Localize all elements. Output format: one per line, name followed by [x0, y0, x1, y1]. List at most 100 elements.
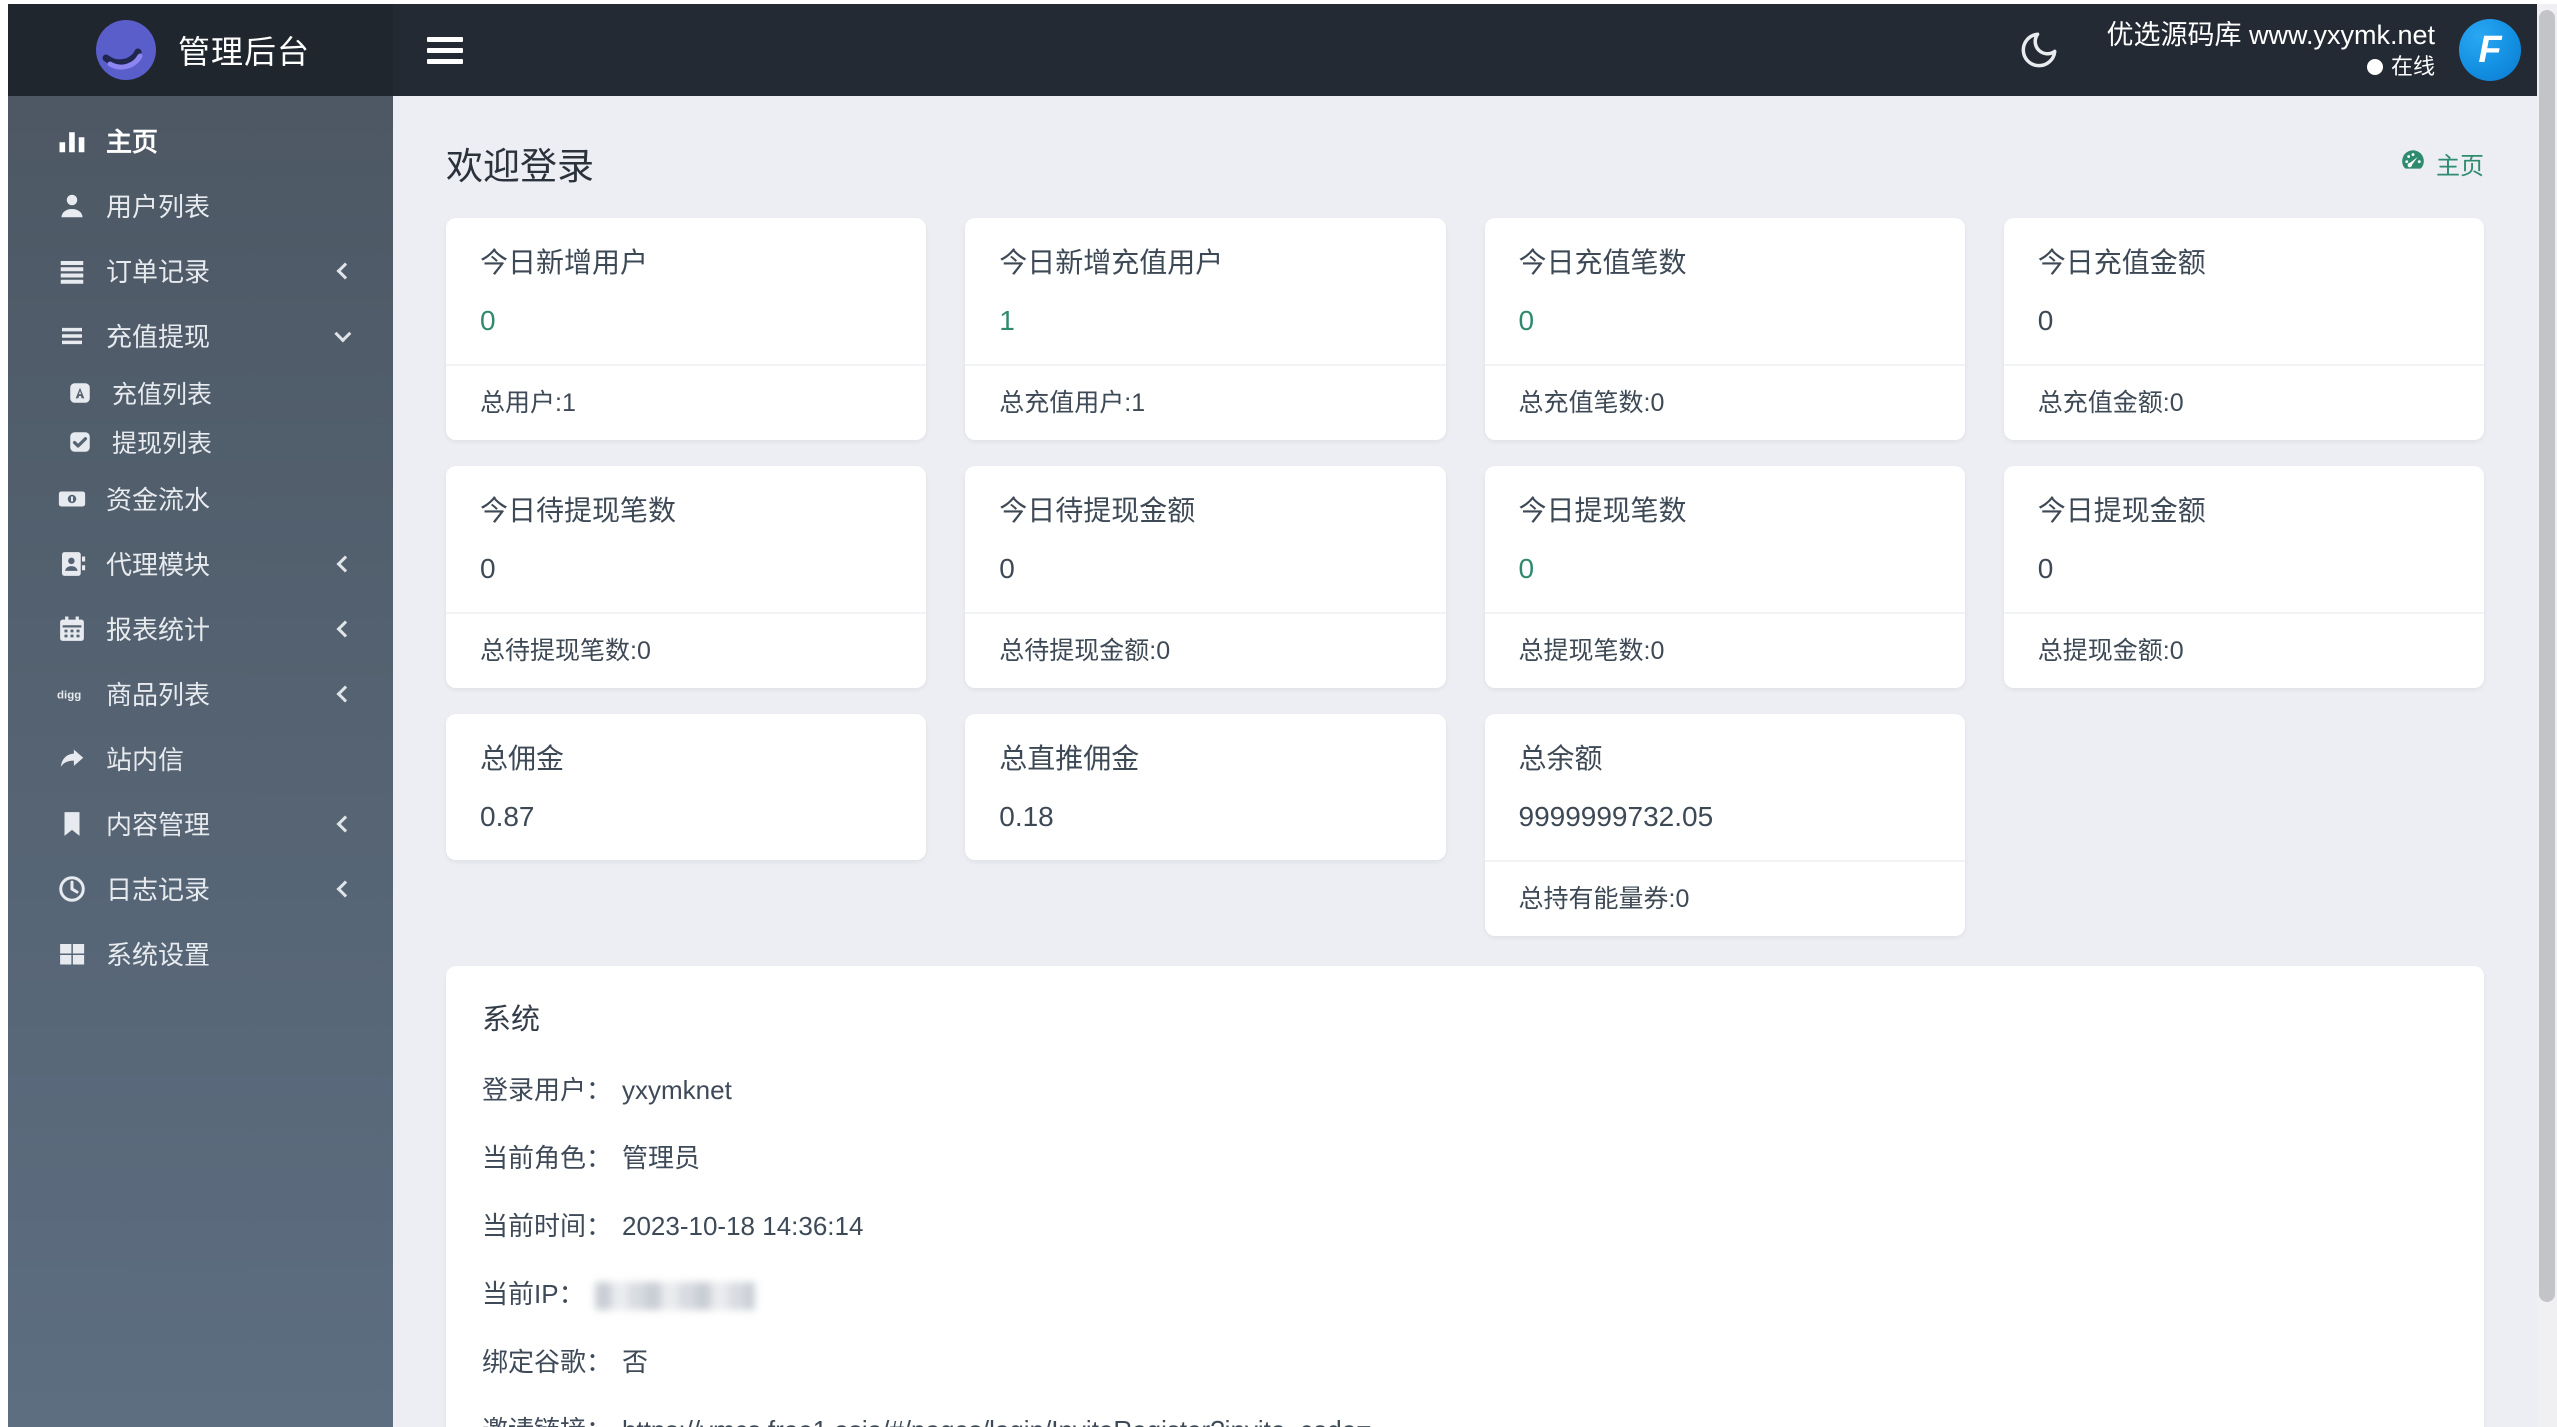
system-card: 系统 登录用户： yxymknet 当前角色： 管理员 当前时间： 2023-10-18 …	[446, 966, 2484, 1427]
sidebar-item-windows[interactable]: 系统设置	[8, 921, 393, 986]
sidebar-subitem-check-square[interactable]: 提现列表	[8, 417, 393, 466]
sidebar-subitem-label: 充值列表	[112, 380, 213, 409]
brand: 管理后台	[8, 4, 393, 96]
sidebar-item-label: 用户列表	[106, 192, 211, 222]
stat-card-value: 0.87	[480, 801, 535, 832]
sidebar-item-share[interactable]: 站内信	[8, 726, 393, 791]
sidebar: 主页用户列表订单记录充值提现充值列表提现列表资金流水代理模块报表统计 digg 商品…	[8, 96, 393, 1427]
site-label: 优选源码库 www.yxymk.net	[2106, 20, 2435, 51]
sidebar-item-bookmark[interactable]: 内容管理	[8, 791, 393, 856]
online-dot-icon	[2366, 58, 2383, 75]
stat-card-footer: 总待提现金额:0	[965, 612, 1446, 688]
stat-card-title: 今日新增充值用户	[999, 247, 1224, 278]
digg-icon: digg	[56, 678, 88, 710]
stat-card-title: 今日充值笔数	[1518, 247, 1687, 278]
sidebar-item-chart-bar[interactable]: 主页	[8, 108, 393, 173]
sidebar-item-calendar[interactable]: 报表统计	[8, 596, 393, 661]
system-info-row: 登录用户： yxymknet	[482, 1074, 2448, 1106]
stat-card-body: 今日待提现笔数 0	[446, 466, 926, 612]
stat-card-value: 0	[1518, 305, 1535, 336]
stat-card: 总佣金 0.87	[446, 714, 927, 860]
list-icon	[56, 255, 88, 287]
stat-card-value: 0	[2037, 553, 2054, 584]
stat-card: 今日待提现笔数 0 总待提现笔数:0	[446, 466, 927, 688]
system-info-row: 当前IP：	[482, 1278, 2448, 1310]
address-book-icon	[56, 548, 88, 580]
system-info-value: yxymknet	[622, 1075, 732, 1105]
stats-grid: 今日新增用户 0 总用户:1 今日新增充值用户 1 总充值用户:1 今日充值笔数 0 总充值笔数…	[446, 218, 2484, 936]
online-label: 在线	[2390, 54, 2435, 80]
breadcrumb[interactable]: 主页	[2400, 146, 2484, 181]
sidebar-item-label: 资金流水	[106, 485, 211, 515]
stat-card-title: 今日待提现笔数	[480, 495, 677, 526]
stat-card-title: 今日充值金额	[2037, 247, 2206, 278]
stat-card-title: 今日待提现金额	[999, 495, 1196, 526]
stat-card: 今日提现金额 0 总提现金额:0	[2003, 466, 2484, 688]
stat-card-body: 今日提现金额 0	[2004, 466, 2484, 612]
stat-card-body: 今日充值笔数 0	[1485, 218, 1965, 364]
sidebar-item-address-book[interactable]: 代理模块	[8, 531, 393, 596]
moon-icon[interactable]	[2018, 29, 2060, 71]
chevron-left-icon	[336, 555, 354, 572]
system-info-value: 否	[622, 1347, 649, 1377]
chevron-left-icon	[336, 262, 354, 279]
system-info-label: 当前角色：	[482, 1143, 613, 1173]
brand-title: 管理后台	[178, 34, 311, 70]
sidebar-item-label: 订单记录	[106, 257, 211, 287]
stat-card: 今日待提现金额 0 总待提现金额:0	[965, 466, 1446, 688]
page-scrollbar-thumb[interactable]	[2539, 10, 2555, 1302]
a-square-icon	[64, 377, 96, 409]
sidebar-item-list[interactable]: 订单记录	[8, 238, 393, 303]
sidebar-item-label: 内容管理	[106, 810, 211, 840]
stat-card-value: 0	[1518, 553, 1535, 584]
sidebar-item-user[interactable]: 用户列表	[8, 173, 393, 238]
menu-icon[interactable]	[427, 33, 467, 67]
sidebar-item-digg[interactable]: digg 商品列表	[8, 661, 393, 726]
bookmark-icon	[56, 808, 88, 840]
system-info-row: 绑定谷歌： 否	[482, 1346, 2448, 1378]
system-info-row: 当前角色： 管理员	[482, 1142, 2448, 1174]
stat-card-title: 总直推佣金	[999, 743, 1140, 774]
stat-card-title: 今日提现笔数	[1518, 495, 1687, 526]
sidebar-item-clock[interactable]: 日志记录	[8, 856, 393, 921]
stat-card-body: 总佣金 0.87	[446, 714, 926, 860]
stat-card-body: 总直推佣金 0.18	[965, 714, 1445, 860]
system-info-value: 管理员	[622, 1143, 701, 1173]
stat-card: 今日充值金额 0 总充值金额:0	[2003, 218, 2484, 440]
sidebar-item-label: 系统设置	[106, 940, 211, 970]
system-info-label: 绑定谷歌：	[482, 1347, 613, 1377]
windows-icon	[56, 938, 88, 970]
svg-text:digg: digg	[57, 689, 81, 701]
stat-card-body: 总余额 9999999732.05	[1485, 714, 1965, 860]
top-bar: 管理后台 优选源码库 www.yxymk.net 在线 F	[8, 4, 2537, 96]
system-card-title: 系统	[482, 1004, 541, 1036]
system-info-label: 登录用户：	[482, 1075, 613, 1105]
sidebar-item-label: 站内信	[106, 745, 185, 775]
stat-card-footer: 总提现金额:0	[2003, 612, 2484, 688]
sidebar-item-label: 代理模块	[106, 550, 211, 580]
sidebar-subitem-label: 提现列表	[112, 429, 213, 458]
main-content: 欢迎登录 主页 今日新增用户 0 总用户:1 今日新增充值用户 1 总充值用户:…	[393, 96, 2537, 1427]
page-scrollbar-track	[2537, 4, 2557, 1427]
stat-card-value: 1	[999, 305, 1015, 336]
system-info-label: 当前IP：	[482, 1279, 585, 1309]
stat-card-body: 今日新增充值用户 1	[965, 218, 1445, 364]
money-bill-icon	[56, 483, 88, 515]
chart-bar-icon	[56, 125, 88, 157]
sidebar-item-lines[interactable]: 充值提现	[8, 303, 393, 368]
check-square-icon	[64, 426, 96, 458]
system-info-row: 邀请链接： https://ymcs.free1.asia/#/pages/log…	[482, 1414, 2448, 1427]
user-icon	[56, 190, 88, 222]
sidebar-item-money-bill[interactable]: 资金流水	[8, 466, 393, 531]
stat-card-value: 0	[480, 305, 496, 336]
site-info: 优选源码库 www.yxymk.net 在线	[2106, 19, 2435, 80]
clock-icon	[56, 873, 88, 905]
breadcrumb-label: 主页	[2436, 152, 2484, 180]
stat-card-value: 0	[999, 553, 1015, 584]
sidebar-subitem-a-square[interactable]: 充值列表	[8, 368, 393, 417]
chevron-down-icon	[334, 324, 352, 342]
system-info-label: 邀请链接：	[482, 1414, 612, 1427]
lines-icon	[56, 320, 88, 352]
stat-card-title: 总余额	[1518, 743, 1603, 774]
avatar[interactable]: F	[2459, 19, 2521, 81]
